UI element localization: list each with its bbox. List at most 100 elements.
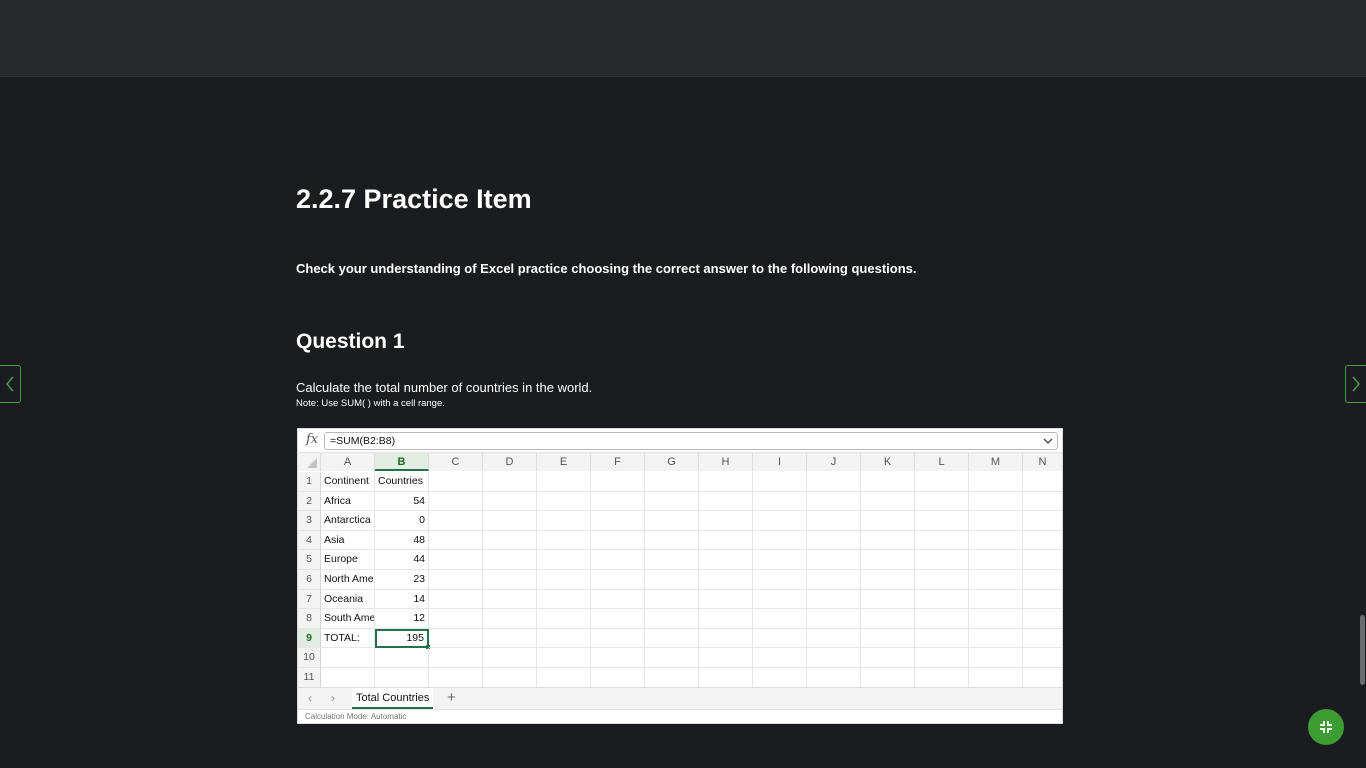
- cell-m11[interactable]: [969, 668, 1023, 688]
- cell-m8[interactable]: [969, 609, 1023, 629]
- cell-l3[interactable]: [915, 511, 969, 531]
- cell-j3[interactable]: [807, 511, 861, 531]
- cell-b11[interactable]: [375, 668, 429, 688]
- cell-m4[interactable]: [969, 530, 1023, 551]
- column-header-g[interactable]: G: [645, 453, 699, 471]
- cell-i9[interactable]: [753, 628, 807, 649]
- next-page-button[interactable]: [1345, 365, 1366, 403]
- cell-h9[interactable]: [699, 628, 753, 649]
- cell-l1[interactable]: [915, 472, 969, 492]
- column-header-e[interactable]: E: [537, 453, 591, 471]
- cell-h7[interactable]: [699, 589, 753, 610]
- cell-l2[interactable]: [915, 491, 969, 512]
- cell-e4[interactable]: [537, 530, 591, 551]
- cell-g1[interactable]: [645, 472, 699, 492]
- cell-g2[interactable]: [645, 491, 699, 512]
- row-header-8[interactable]: 8: [298, 609, 321, 629]
- row-header-7[interactable]: 7: [298, 589, 321, 610]
- cell-a7[interactable]: Oceania: [321, 589, 375, 610]
- cell-m2[interactable]: [969, 491, 1023, 512]
- cell-m6[interactable]: [969, 570, 1023, 590]
- cell-b3[interactable]: 0: [375, 511, 429, 531]
- cell-g9[interactable]: [645, 628, 699, 649]
- cell-b1[interactable]: Countries: [375, 472, 429, 492]
- cell-c7[interactable]: [429, 589, 483, 610]
- cell-c8[interactable]: [429, 609, 483, 629]
- tab-total-countries[interactable]: Total Countries: [352, 688, 434, 709]
- cell-f3[interactable]: [591, 511, 645, 531]
- cell-k6[interactable]: [861, 570, 915, 590]
- column-header-a[interactable]: A: [321, 453, 375, 471]
- cell-n3[interactable]: [1023, 511, 1062, 531]
- cell-l11[interactable]: [915, 668, 969, 688]
- cell-a5[interactable]: Europe: [321, 550, 375, 570]
- cell-d5[interactable]: [483, 550, 537, 570]
- cell-b9[interactable]: 195: [375, 628, 429, 649]
- cell-i10[interactable]: [753, 648, 807, 668]
- row-header-5[interactable]: 5: [298, 550, 321, 570]
- cell-j8[interactable]: [807, 609, 861, 629]
- cell-b7[interactable]: 14: [375, 589, 429, 610]
- cell-a4[interactable]: Asia: [321, 530, 375, 551]
- cell-d3[interactable]: [483, 511, 537, 531]
- cell-e8[interactable]: [537, 609, 591, 629]
- page-scrollbar[interactable]: [1360, 615, 1365, 685]
- cell-d4[interactable]: [483, 530, 537, 551]
- cell-k11[interactable]: [861, 668, 915, 688]
- cell-f8[interactable]: [591, 609, 645, 629]
- cell-a2[interactable]: Africa: [321, 491, 375, 512]
- cell-a10[interactable]: [321, 648, 375, 668]
- cell-c5[interactable]: [429, 550, 483, 570]
- cell-f9[interactable]: [591, 628, 645, 649]
- column-header-j[interactable]: J: [807, 453, 861, 471]
- cell-i2[interactable]: [753, 491, 807, 512]
- cell-e10[interactable]: [537, 648, 591, 668]
- cell-k10[interactable]: [861, 648, 915, 668]
- row-header-3[interactable]: 3: [298, 511, 321, 531]
- cell-a9[interactable]: TOTAL:: [321, 628, 375, 649]
- add-sheet-button[interactable]: +: [447, 689, 456, 706]
- cell-l8[interactable]: [915, 609, 969, 629]
- row-header-2[interactable]: 2: [298, 491, 321, 512]
- cell-m3[interactable]: [969, 511, 1023, 531]
- cell-d9[interactable]: [483, 628, 537, 649]
- cell-c1[interactable]: [429, 472, 483, 492]
- cell-j11[interactable]: [807, 668, 861, 688]
- cell-b4[interactable]: 48: [375, 530, 429, 551]
- cell-k3[interactable]: [861, 511, 915, 531]
- cell-f2[interactable]: [591, 491, 645, 512]
- cell-g5[interactable]: [645, 550, 699, 570]
- cell-k9[interactable]: [861, 628, 915, 649]
- column-header-b[interactable]: B: [375, 453, 429, 471]
- cell-g8[interactable]: [645, 609, 699, 629]
- cell-c3[interactable]: [429, 511, 483, 531]
- cell-h8[interactable]: [699, 609, 753, 629]
- cell-e11[interactable]: [537, 668, 591, 688]
- cell-f4[interactable]: [591, 530, 645, 551]
- cell-h1[interactable]: [699, 472, 753, 492]
- cell-a8[interactable]: South Ame: [321, 609, 375, 629]
- cell-j10[interactable]: [807, 648, 861, 668]
- cell-c4[interactable]: [429, 530, 483, 551]
- cell-h10[interactable]: [699, 648, 753, 668]
- cell-l10[interactable]: [915, 648, 969, 668]
- cell-g7[interactable]: [645, 589, 699, 610]
- row-header-6[interactable]: 6: [298, 570, 321, 590]
- cell-f10[interactable]: [591, 648, 645, 668]
- column-header-h[interactable]: H: [699, 453, 753, 471]
- cell-b5[interactable]: 44: [375, 550, 429, 570]
- cell-n5[interactable]: [1023, 550, 1062, 570]
- cell-l5[interactable]: [915, 550, 969, 570]
- cell-k8[interactable]: [861, 609, 915, 629]
- cell-f5[interactable]: [591, 550, 645, 570]
- cell-i1[interactable]: [753, 472, 807, 492]
- cell-i3[interactable]: [753, 511, 807, 531]
- cell-g10[interactable]: [645, 648, 699, 668]
- cell-h11[interactable]: [699, 668, 753, 688]
- cell-m1[interactable]: [969, 472, 1023, 492]
- cell-g11[interactable]: [645, 668, 699, 688]
- column-header-m[interactable]: M: [969, 453, 1023, 471]
- cell-n2[interactable]: [1023, 492, 1062, 512]
- cell-i7[interactable]: [753, 589, 807, 610]
- column-header-l[interactable]: L: [915, 453, 969, 471]
